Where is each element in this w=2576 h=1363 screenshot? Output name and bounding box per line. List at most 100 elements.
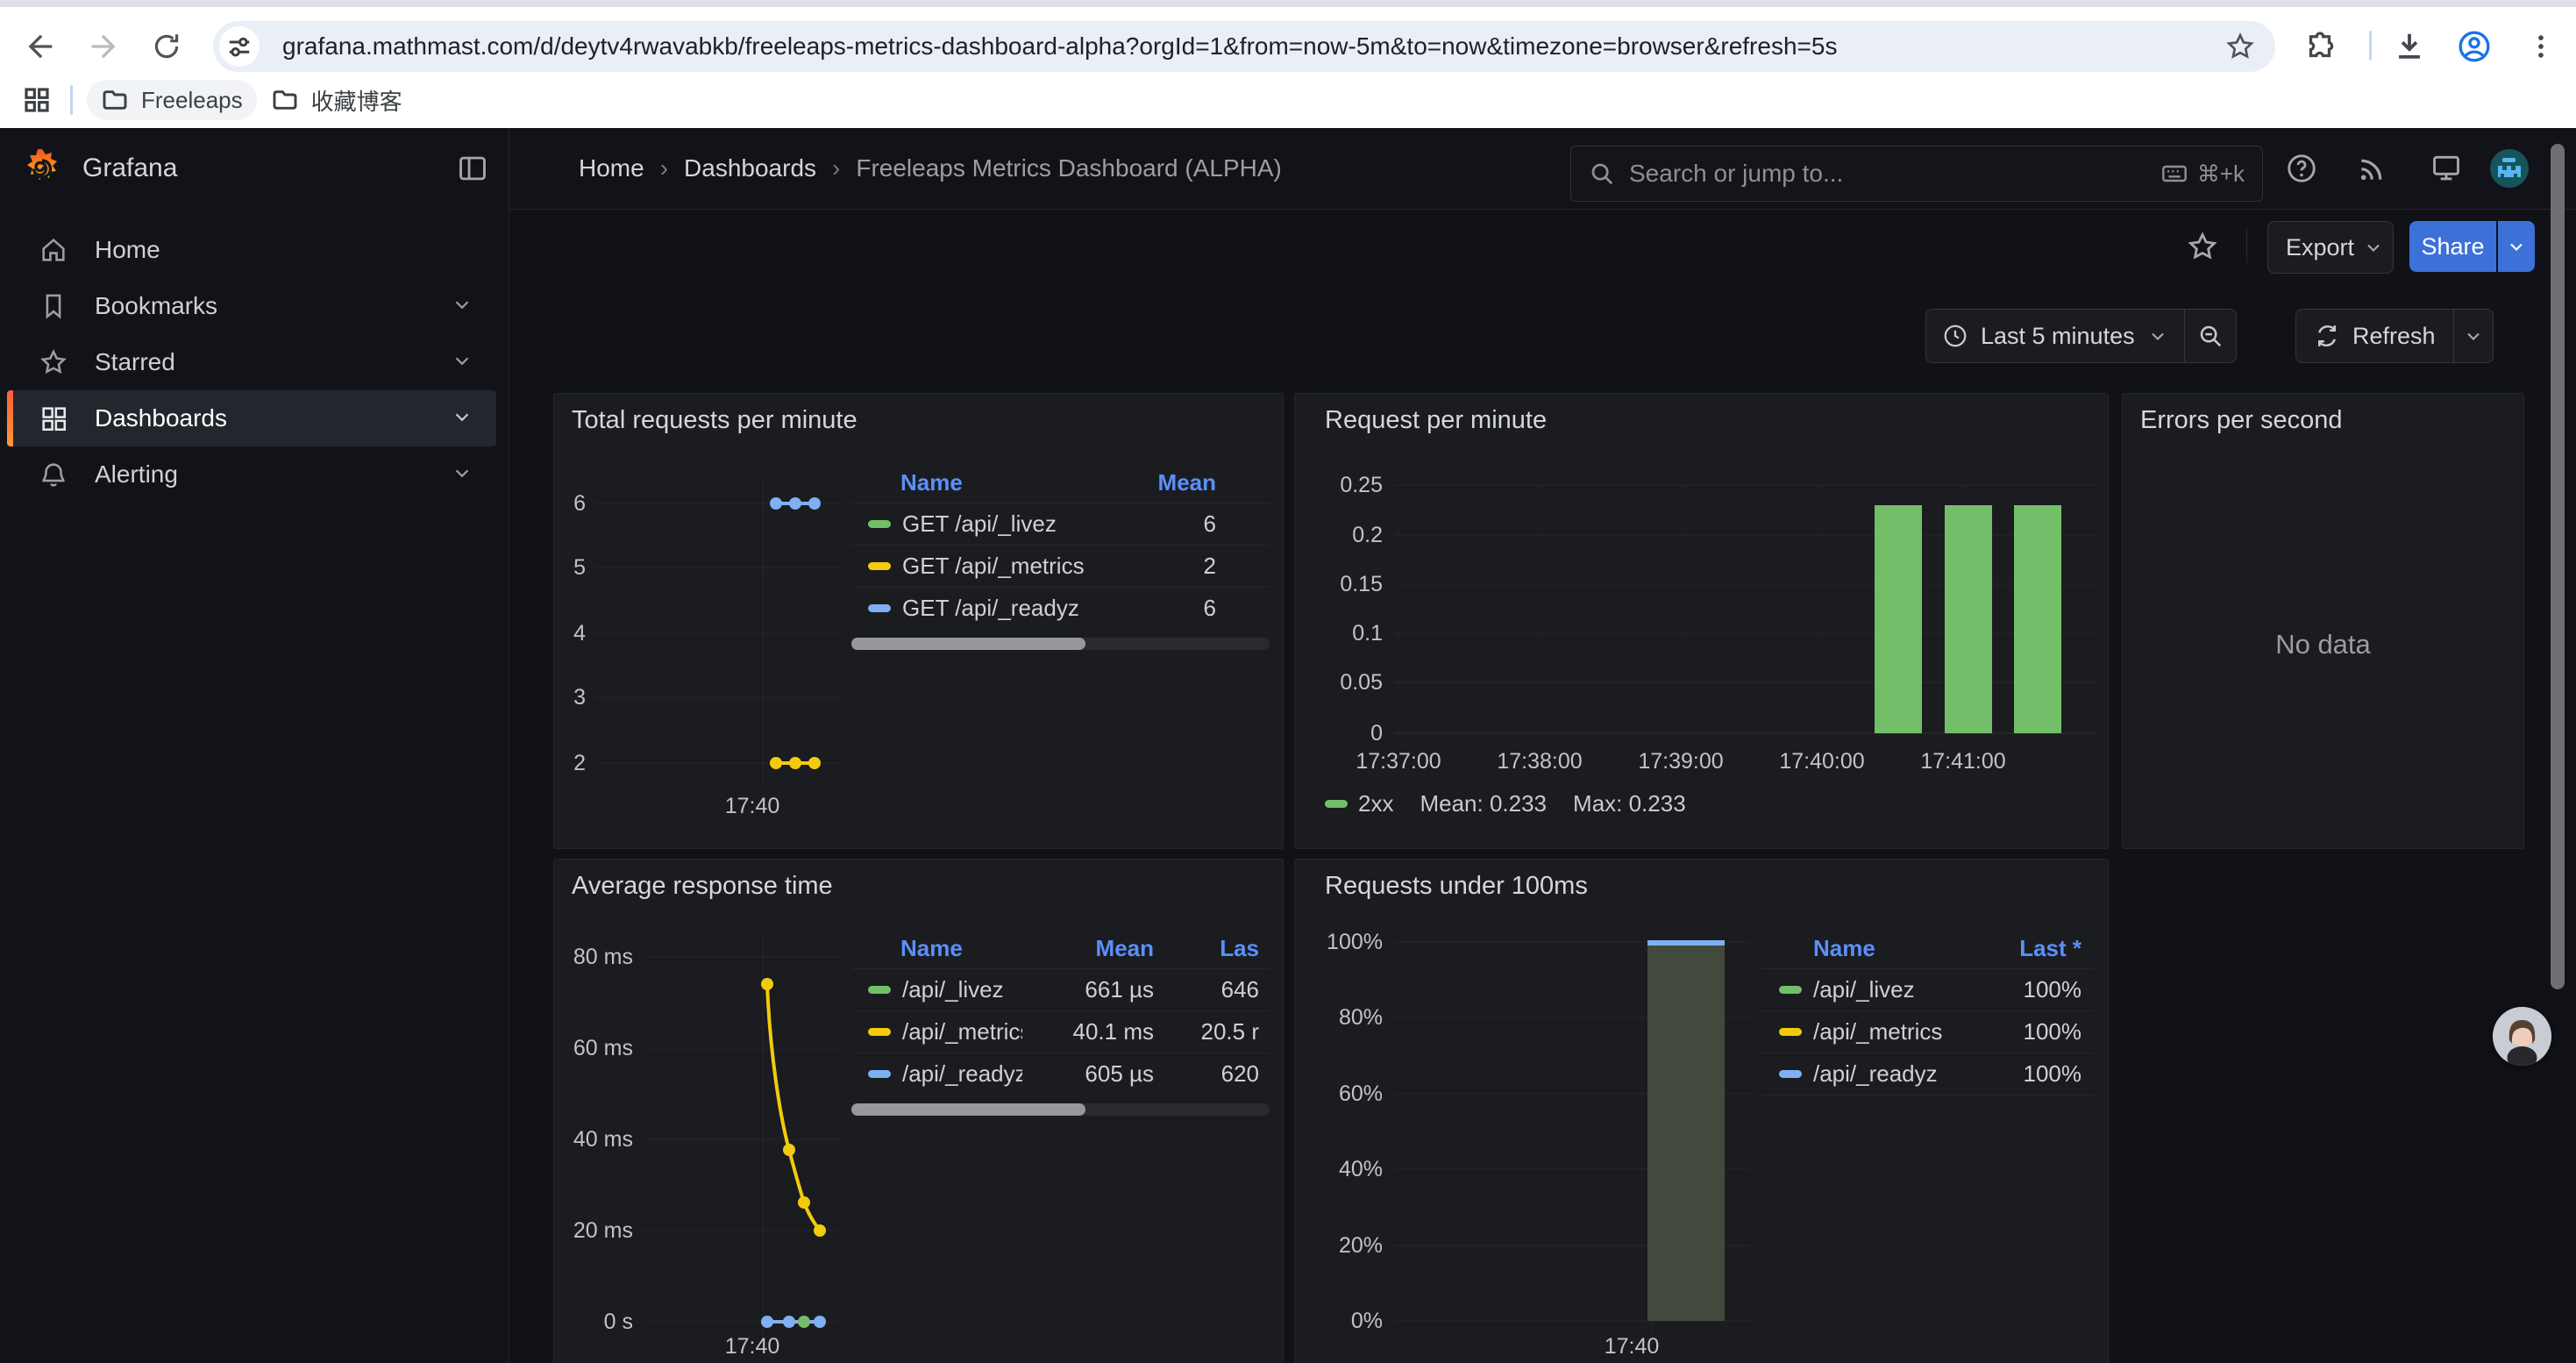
share-dropdown-button[interactable] [2498, 221, 2535, 272]
series-mean: Mean: 0.233 [1420, 790, 1547, 817]
legend-header-mean[interactable]: Mean [1022, 935, 1154, 962]
chevron-down-icon[interactable] [451, 461, 473, 489]
share-button[interactable]: Share [2409, 221, 2496, 272]
export-button[interactable]: Export [2267, 221, 2394, 274]
sidebar-toggle-button[interactable] [456, 152, 489, 185]
chevron-down-icon[interactable] [451, 293, 473, 320]
browser-menu-button[interactable] [2518, 24, 2564, 69]
zoom-out-button[interactable] [2184, 310, 2236, 362]
apps-grid-icon [23, 86, 51, 114]
sidebar-item-dashboards[interactable]: Dashboards [7, 390, 496, 446]
search-box[interactable]: ⌘+k [1570, 146, 2263, 202]
share-label: Share [2421, 233, 2484, 260]
site-settings-button[interactable] [219, 26, 260, 67]
legend-header-name[interactable]: Name [1813, 935, 2019, 962]
grafana-logo[interactable] [21, 147, 63, 189]
series-name[interactable]: GET /api/_readyz [902, 595, 1204, 622]
chevron-down-icon[interactable] [451, 405, 473, 432]
legend-header-name[interactable]: Name [900, 935, 1022, 962]
legend-row[interactable]: GET /api/_livez 6 [851, 503, 1270, 545]
breadcrumb-home[interactable]: Home [579, 154, 644, 182]
bookmarks-bar: Freeleaps 收藏博客 [0, 72, 2576, 128]
legend-row[interactable]: GET /api/_readyz 6 [851, 587, 1270, 629]
series-name[interactable]: /api/_livez [902, 976, 1022, 1003]
series-color-dash [868, 1028, 891, 1036]
display-button[interactable] [2422, 144, 2471, 193]
legend-hscrollbar[interactable] [851, 638, 1270, 650]
reload-button[interactable] [144, 24, 189, 69]
apps-grid-button[interactable] [16, 86, 58, 114]
chevron-down-icon [2506, 236, 2527, 257]
chevron-down-icon [2147, 325, 2168, 346]
legend-row[interactable]: GET /api/_metrics 2 [851, 545, 1270, 587]
series-name[interactable]: /api/_readyz [902, 1060, 1022, 1088]
legend-hscrollbar[interactable] [851, 1103, 1270, 1116]
user-avatar[interactable] [2490, 149, 2529, 192]
sidebar-item-label: Alerting [95, 460, 178, 489]
legend-header-last[interactable]: Las [1154, 935, 1259, 962]
series-name[interactable]: 2xx [1358, 790, 1393, 817]
x-tick: 17:37:00 [1328, 748, 1469, 774]
bookmark-star-icon[interactable] [2224, 31, 2256, 62]
legend-row[interactable]: /api/_livez 100% [1761, 968, 2094, 1010]
extensions-button[interactable] [2297, 24, 2343, 69]
sidebar-item-home[interactable]: Home [7, 222, 496, 278]
legend-header-name[interactable]: Name [900, 469, 1158, 496]
profile-button[interactable] [2451, 24, 2497, 69]
sidebar-item-alerting[interactable]: Alerting [7, 446, 496, 503]
y-tick: 60 ms [554, 1035, 633, 1061]
series-name[interactable]: GET /api/_metrics [902, 553, 1204, 580]
url-text[interactable]: grafana.mathmast.com/d/deytv4rwavabkb/fr… [282, 32, 2224, 61]
series-name[interactable]: /api/_metrics [1813, 1018, 2024, 1045]
refresh-interval-button[interactable] [2453, 310, 2493, 362]
sidebar-item-starred[interactable]: Starred [7, 334, 496, 390]
y-tick: 40% [1295, 1156, 1383, 1182]
legend-header: Name Mean Las [851, 928, 1270, 968]
x-tick: 17:38:00 [1469, 748, 1610, 774]
series-name[interactable]: GET /api/_livez [902, 510, 1204, 538]
scrollbar-thumb[interactable] [851, 1103, 1085, 1116]
breadcrumb-dashboards[interactable]: Dashboards [684, 154, 816, 182]
legend-row[interactable]: /api/_readyz 100% [1761, 1053, 2094, 1095]
url-bar[interactable]: grafana.mathmast.com/d/deytv4rwavabkb/fr… [213, 21, 2275, 72]
panel-total-requests: Total requests per minute 6 5 4 3 2 17:4… [553, 393, 1284, 849]
series-last: 100% [2024, 976, 2082, 1003]
legend-row[interactable]: /api/_metrics 100% [1761, 1010, 2094, 1053]
refresh-label: Refresh [2352, 323, 2436, 350]
bookmark-folder-freeleaps[interactable]: Freeleaps [87, 80, 257, 120]
bookmark-folder-blogs[interactable]: 收藏博客 [257, 80, 416, 120]
y-tick: 0.1 [1295, 620, 1383, 646]
series-color-dash [868, 520, 891, 528]
refresh-icon [2314, 323, 2340, 349]
favorite-dashboard-button[interactable] [2178, 221, 2227, 272]
back-button[interactable] [18, 24, 63, 69]
series-color-dash [1325, 800, 1348, 808]
assistant-avatar-widget[interactable] [2493, 1007, 2551, 1066]
rss-icon [2356, 152, 2389, 185]
page-scrollbar-thumb[interactable] [2551, 144, 2565, 989]
y-tick: 5 [554, 554, 586, 581]
time-picker-group: Last 5 minutes [1925, 309, 2237, 363]
downloads-button[interactable] [2387, 24, 2432, 69]
scrollbar-thumb[interactable] [851, 638, 1085, 650]
sidebar-item-bookmarks[interactable]: Bookmarks [7, 278, 496, 334]
sidebar-item-label: Bookmarks [95, 292, 217, 320]
news-button[interactable] [2348, 144, 2397, 193]
forward-button[interactable] [81, 24, 126, 69]
series-last: 100% [2024, 1060, 2082, 1088]
chevron-down-icon[interactable] [451, 349, 473, 376]
legend-row[interactable]: /api/_readyz 605 µs 620 [851, 1053, 1270, 1095]
legend-header-mean[interactable]: Mean [1158, 469, 1216, 496]
legend-row[interactable]: /api/_metrics 40.1 ms 20.5 r [851, 1010, 1270, 1053]
time-range-button[interactable]: Last 5 minutes [1926, 310, 2184, 362]
series-name[interactable]: /api/_readyz [1813, 1060, 2024, 1088]
y-tick: 0 s [554, 1309, 633, 1335]
series-name[interactable]: /api/_livez [1813, 976, 2024, 1003]
refresh-button[interactable]: Refresh [2296, 310, 2453, 362]
legend-header-last[interactable]: Last * [2019, 935, 2081, 962]
panel-title[interactable]: Errors per second [2140, 406, 2343, 435]
search-input[interactable] [1627, 159, 2160, 189]
help-button[interactable] [2277, 144, 2326, 193]
legend-row[interactable]: /api/_livez 661 µs 646 [851, 968, 1270, 1010]
series-name[interactable]: /api/_metrics [902, 1018, 1022, 1045]
